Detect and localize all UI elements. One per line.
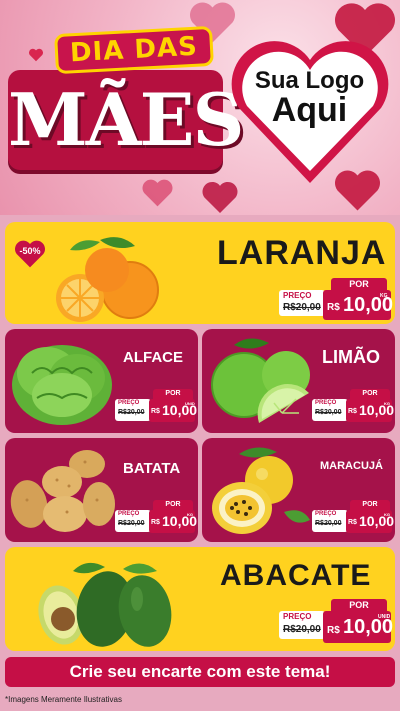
old-price: R$20,00 [118,409,145,416]
preco-label: PREÇO [118,400,140,406]
product-name: ALFACE [123,349,183,366]
discount-text: -50% [19,246,41,256]
por-label: POR [153,389,193,399]
logo-placeholder: Sua Logo Aqui [232,68,387,129]
heart-icon [29,48,43,62]
preco-label: PREÇO [283,291,312,300]
price-tag: POR PREÇO R$20,00 R$ 10,00 UNID [279,599,393,643]
passion-fruit-image [212,447,310,534]
unit: KG [384,512,390,517]
cta-banner[interactable]: Crie seu encarte com este tema! [5,657,395,687]
discount-badge: -50% [13,239,47,269]
disclaimer: *Imagens Meramente Ilustrativas [5,695,122,704]
product-card-laranja: -50% LARANJA POR PREÇO R$20,00 R$ 10,00 [5,222,395,324]
unit: UNID [185,401,195,406]
unit: KG [384,401,390,406]
product-name: ABACATE [220,559,372,592]
product-card-maracuja: MARACUJÁ POR PREÇO R$20,00 R$ 10,00 KG [202,438,395,542]
old-price: R$20,00 [315,520,342,527]
price-tag: POR PREÇO R$20,00 R$ 10,00 KG [115,500,197,534]
old-price: R$20,00 [118,520,145,527]
product-name: LIMÃO [322,347,380,367]
preco-label: PREÇO [118,511,140,517]
preco-label: PREÇO [315,511,337,517]
preco-label: PREÇO [315,400,337,406]
title-maes: MÃES [8,77,244,162]
orange-image [56,237,159,322]
por-label: POR [350,500,390,510]
price-tag: POR PREÇO R$20,00 R$ 10,00 KG [312,389,394,423]
unit: UNID [378,614,391,620]
header: MÃES DIA DAS Sua Logo Aqui [0,0,400,215]
por-label: POR [331,599,387,611]
lettuce-image [12,345,112,425]
currency: R$ [327,625,340,636]
old-price: R$20,00 [283,302,321,313]
product-card-batata: BATATA POR PREÇO R$20,00 R$ 10,00 KG [5,438,198,542]
currency: R$ [327,302,340,313]
logo-line-1: Sua Logo [254,67,365,94]
lime-image [211,338,310,423]
price-tag: POR PREÇO R$20,00 R$ 10,00 KG [312,500,394,534]
price-tag: POR PREÇO R$20,00 R$ 10,00 KG [279,278,393,320]
currency: R$ [151,408,160,415]
preco-label: PREÇO [283,612,312,621]
product-card-limao: LIMÃO POR PREÇO R$20,00 R$ 10,00 KG [202,329,395,433]
por-label: POR [331,278,387,290]
title-dia-das: DIA DAS [54,25,214,75]
old-price: R$20,00 [315,409,342,416]
product-name: BATATA [123,460,181,477]
product-card-abacate: ABACATE POR PREÇO R$20,00 R$ 10,00 UNID [5,547,395,651]
price-tag: POR PREÇO R$20,00 R$ 10,00 UNID [115,389,197,423]
product-card-alface: ALFACE POR PREÇO R$20,00 R$ 10,00 UNID [5,329,198,433]
por-label: POR [153,500,193,510]
logo-line-2: Aqui [271,91,348,130]
por-label: POR [350,389,390,399]
avocado-image [38,562,172,647]
product-name: LARANJA [217,234,387,272]
currency: R$ [348,519,357,526]
currency: R$ [348,408,357,415]
old-price: R$20,00 [283,624,321,635]
heart-icon [142,179,173,207]
flyer: MÃES DIA DAS Sua Logo Aqui -50% LARANJA … [0,0,400,711]
currency: R$ [151,519,160,526]
product-name: MARACUJÁ [320,460,383,472]
unit: KG [187,512,193,517]
unit: KG [380,293,388,299]
potato-image [10,450,115,532]
